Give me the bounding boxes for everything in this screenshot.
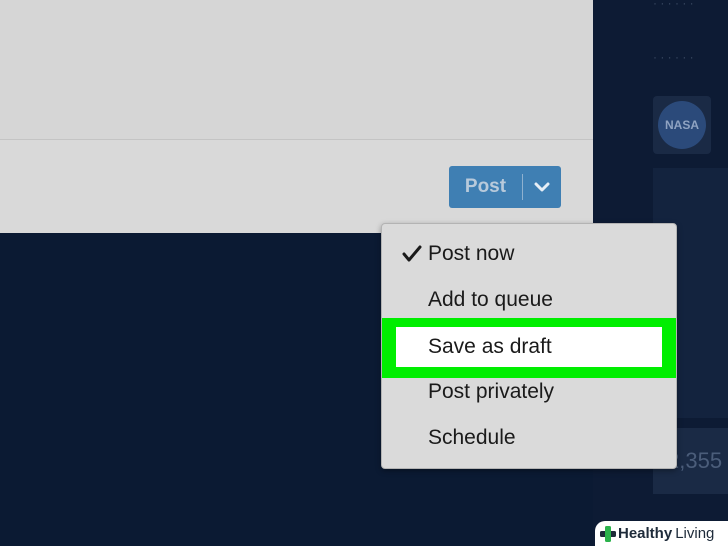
sidebar-faded-text: · · · · · ·: [653, 50, 694, 64]
menu-item-save-as-draft[interactable]: Save as draft: [396, 327, 662, 367]
composer-divider: [0, 139, 593, 140]
menu-item-label: Add to queue: [428, 288, 553, 311]
highlight-box: Save as draft: [382, 318, 676, 378]
post-split-button: Post: [449, 166, 561, 208]
watermark-brand-bold: Healthy: [618, 525, 673, 542]
menu-item-label: Post privately: [428, 380, 555, 403]
chevron-down-icon: [534, 182, 550, 192]
watermark: Healthy Living: [595, 521, 728, 546]
post-body-area[interactable]: [0, 0, 593, 139]
post-button[interactable]: Post: [449, 166, 522, 208]
screen: · · · · · · · · · · · · NASA 2,355 Post: [0, 0, 728, 546]
post-composer: Post: [0, 0, 593, 233]
medical-cross-icon: [600, 525, 616, 542]
menu-item-schedule[interactable]: Schedule: [382, 418, 676, 458]
menu-item-post-privately[interactable]: Post privately: [382, 372, 676, 412]
sidebar-blog-avatar[interactable]: NASA: [653, 96, 711, 154]
menu-item-add-to-queue[interactable]: Add to queue: [382, 280, 676, 320]
watermark-brand-light: Living: [675, 525, 715, 542]
menu-item-label: Save as draft: [428, 335, 552, 358]
post-options-toggle[interactable]: [523, 166, 561, 208]
menu-item-label: Schedule: [428, 426, 516, 449]
menu-item-post-now[interactable]: Post now: [382, 234, 676, 274]
checkmark-icon: [402, 245, 422, 262]
nasa-logo: NASA: [658, 101, 706, 149]
post-options-menu: Post now Add to queue Save as draft Post…: [381, 223, 677, 469]
menu-item-label: Post now: [428, 242, 515, 265]
sidebar-faded-text: · · · · · ·: [653, 0, 694, 10]
